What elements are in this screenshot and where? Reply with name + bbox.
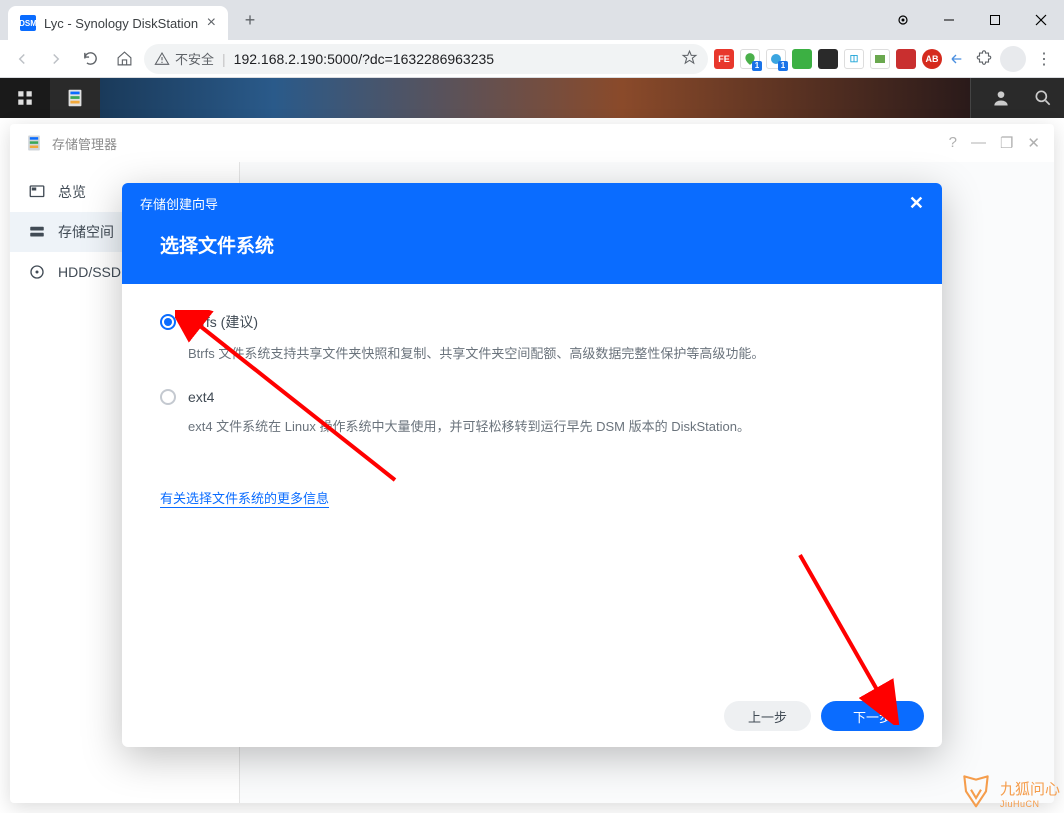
tab-title: Lyc - Synology DiskStation (44, 16, 198, 31)
ext-icon-7[interactable] (870, 49, 890, 69)
prev-button[interactable]: 上一步 (724, 701, 811, 731)
sidebar-hdd-label: HDD/SSD (58, 264, 121, 280)
window-minimize-icon[interactable]: — (971, 134, 986, 152)
sidebar-storage-label: 存储空间 (58, 222, 114, 242)
forward-button[interactable] (42, 45, 70, 73)
window-title: 存储管理器 (52, 134, 117, 153)
search-icon (1033, 88, 1053, 108)
window-help-icon[interactable]: ? (949, 134, 957, 152)
app-indicator-icon[interactable] (880, 4, 926, 36)
storage-manager-icon (24, 133, 44, 153)
modal-body: Btrfs (建议) Btrfs 文件系统支持共享文件夹快照和复制、共享文件夹空… (122, 284, 942, 685)
warning-icon (154, 51, 170, 67)
browser-titlebar: DSM Lyc - Synology DiskStation × + (0, 0, 1064, 40)
user-icon (991, 88, 1011, 108)
fox-logo-icon (956, 773, 996, 813)
extension-icons: FE 1 1 ◫ AB ⋮ (714, 46, 1056, 72)
browser-tab[interactable]: DSM Lyc - Synology DiskStation × (8, 6, 228, 40)
modal-heading: 选择文件系统 (122, 223, 942, 284)
insecure-label: 不安全 (175, 49, 214, 68)
modal-close-button[interactable]: ✕ (909, 193, 924, 214)
radio-ext4[interactable] (160, 389, 176, 405)
ext-icon-4[interactable] (792, 49, 812, 69)
dsm-desktop-background (100, 78, 970, 118)
dsm-separator (970, 78, 980, 118)
home-button[interactable] (110, 45, 138, 73)
window-header: 存储管理器 ? — ❐ ✕ (10, 124, 1054, 162)
url-text: 192.168.2.190:5000/?dc=1632286963235 (234, 51, 494, 67)
window-maximize-icon[interactable]: ❐ (1000, 134, 1013, 152)
dsm-storage-manager-button[interactable] (50, 78, 100, 118)
radio-btrfs[interactable] (160, 314, 176, 330)
back-button[interactable] (8, 45, 36, 73)
storage-icon (64, 87, 86, 109)
new-tab-button[interactable]: + (236, 6, 264, 34)
close-window-button[interactable] (1018, 4, 1064, 36)
reload-button[interactable] (76, 45, 104, 73)
volume-icon (28, 223, 46, 241)
profile-avatar[interactable] (1000, 46, 1026, 72)
overview-icon (28, 183, 46, 201)
dsm-main-menu-button[interactable] (0, 78, 50, 118)
dsm-user-button[interactable] (980, 78, 1022, 118)
browser-toolbar: 不安全 | 192.168.2.190:5000/?dc=16322869632… (0, 40, 1064, 78)
watermark: 九狐问心 JiuHuCN (956, 773, 1060, 813)
filesystem-option-btrfs[interactable]: Btrfs (建议) Btrfs 文件系统支持共享文件夹快照和复制、共享文件夹空… (160, 312, 904, 365)
dsm-search-button[interactable] (1022, 78, 1064, 118)
watermark-pinyin: JiuHuCN (1000, 799, 1060, 809)
extensions-puzzle-icon[interactable] (974, 49, 994, 69)
filesystem-option-ext4[interactable]: ext4 ext4 文件系统在 Linux 操作系统中大量使用，并可轻松移转到运… (160, 389, 904, 438)
radio-btrfs-label: Btrfs (建议) (188, 312, 258, 332)
ext-icon-8[interactable] (896, 49, 916, 69)
radio-btrfs-desc: Btrfs 文件系统支持共享文件夹快照和复制、共享文件夹空间配额、高级数据完整性… (188, 344, 904, 365)
tab-close-icon[interactable]: × (207, 14, 216, 32)
browser-chrome: DSM Lyc - Synology DiskStation × + (0, 0, 1064, 78)
watermark-name: 九狐问心 (1000, 778, 1060, 799)
ext-icon-abp[interactable]: AB (922, 49, 942, 69)
ext-icon-6[interactable]: ◫ (844, 49, 864, 69)
favicon-icon: DSM (20, 15, 36, 31)
ext-icon-5[interactable] (818, 49, 838, 69)
dsm-topbar (0, 78, 1064, 118)
grid-icon (16, 89, 34, 107)
ext-icon-2[interactable]: 1 (740, 49, 760, 69)
minimize-button[interactable] (926, 4, 972, 36)
insecure-warning: 不安全 (154, 49, 214, 68)
address-bar[interactable]: 不安全 | 192.168.2.190:5000/?dc=16322869632… (144, 44, 708, 74)
window-controls (880, 4, 1064, 36)
ext-icon-1[interactable]: FE (714, 49, 734, 69)
modal-wizard-title: 存储创建向导 (140, 194, 218, 213)
radio-ext4-desc: ext4 文件系统在 Linux 操作系统中大量使用，并可轻松移转到运行早先 D… (188, 417, 904, 438)
window-close-icon[interactable]: ✕ (1027, 134, 1040, 152)
hdd-icon (28, 263, 46, 281)
sidebar-overview-label: 总览 (58, 182, 86, 202)
next-button[interactable]: 下一步 (821, 701, 924, 731)
storage-creation-wizard-modal: 存储创建向导 ✕ 选择文件系统 Btrfs (建议) Btrfs 文件系统支持共… (122, 183, 942, 747)
maximize-button[interactable] (972, 4, 1018, 36)
radio-ext4-label: ext4 (188, 389, 214, 405)
modal-footer: 上一步 下一步 (122, 685, 942, 747)
ext-icon-3[interactable]: 1 (766, 49, 786, 69)
more-info-link[interactable]: 有关选择文件系统的更多信息 (160, 488, 329, 508)
bookmark-star-icon[interactable] (681, 49, 698, 69)
browser-menu-button[interactable]: ⋮ (1032, 49, 1056, 69)
ext-icon-9[interactable] (948, 49, 968, 69)
